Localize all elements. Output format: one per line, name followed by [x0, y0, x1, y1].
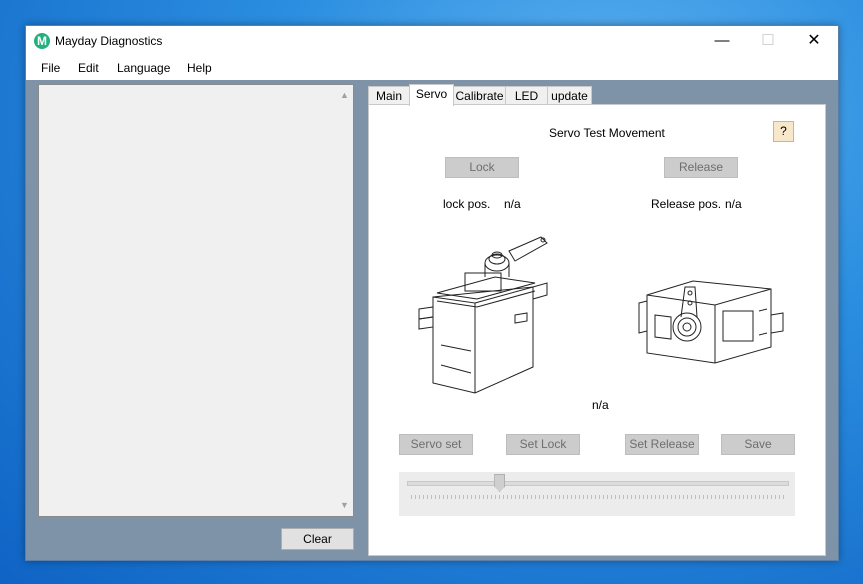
- maximize-button[interactable]: ☐: [745, 26, 791, 56]
- servo-released-illustration: [638, 280, 784, 364]
- slider-thumb[interactable]: [494, 474, 506, 492]
- slider-track[interactable]: [407, 481, 789, 486]
- log-listbox[interactable]: ▲ ▼: [38, 84, 354, 517]
- clear-button[interactable]: Clear: [281, 528, 354, 550]
- servo-position-slider[interactable]: [399, 472, 795, 516]
- slider-ticks: [411, 495, 785, 499]
- menu-language[interactable]: Language: [117, 61, 170, 75]
- tab-led[interactable]: LED: [505, 86, 548, 105]
- menu-help[interactable]: Help: [187, 61, 212, 75]
- tab-update[interactable]: update: [547, 86, 592, 105]
- save-button[interactable]: Save: [721, 434, 795, 455]
- release-pos-label: Release pos.: [651, 197, 722, 211]
- title-bar[interactable]: M Mayday Diagnostics — ☐ ✕: [26, 26, 838, 56]
- release-button[interactable]: Release: [664, 157, 738, 178]
- servo-heading: Servo Test Movement: [549, 126, 665, 140]
- tab-calibrate[interactable]: Calibrate: [453, 86, 506, 105]
- client-area: ▲ ▼ Clear Main Servo Calibrate LED updat…: [26, 80, 838, 560]
- vertical-scrollbar[interactable]: ▲ ▼: [336, 85, 353, 516]
- set-release-button[interactable]: Set Release: [625, 434, 699, 455]
- tab-main[interactable]: Main: [368, 86, 410, 105]
- lock-button[interactable]: Lock: [445, 157, 519, 178]
- scroll-up-icon[interactable]: ▲: [336, 87, 353, 104]
- scroll-down-icon[interactable]: ▼: [336, 497, 353, 514]
- lock-pos-value: n/a: [504, 197, 521, 211]
- app-logo-icon: M: [34, 33, 50, 49]
- servo-locked-illustration: [418, 236, 548, 394]
- minimize-button[interactable]: —: [699, 26, 745, 56]
- menu-edit[interactable]: Edit: [78, 61, 99, 75]
- close-button[interactable]: ✕: [791, 26, 837, 56]
- menu-file[interactable]: File: [41, 61, 60, 75]
- tab-servo[interactable]: Servo: [409, 84, 454, 106]
- app-window: M Mayday Diagnostics — ☐ ✕ File Edit Lan…: [25, 25, 839, 561]
- set-lock-button[interactable]: Set Lock: [506, 434, 580, 455]
- release-pos-value: n/a: [725, 197, 742, 211]
- menu-bar: File Edit Language Help: [26, 56, 838, 80]
- servo-set-button[interactable]: Servo set: [399, 434, 473, 455]
- lock-pos-label: lock pos.: [443, 197, 491, 211]
- window-title: Mayday Diagnostics: [55, 34, 163, 48]
- help-button[interactable]: ?: [773, 121, 794, 142]
- center-pos-value: n/a: [592, 398, 609, 412]
- servo-tab-panel: Servo Test Movement ? Lock Release lock …: [368, 104, 826, 556]
